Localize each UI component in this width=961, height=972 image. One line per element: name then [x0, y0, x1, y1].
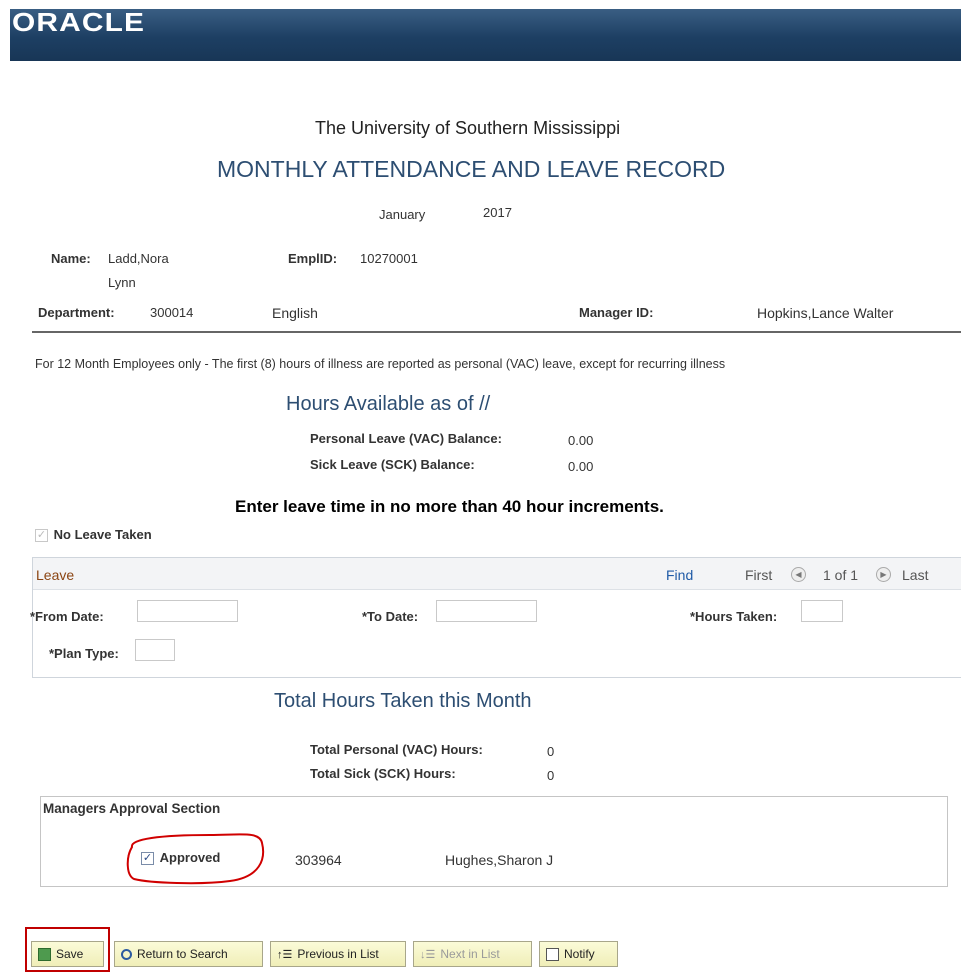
- next-in-list-label: Next in List: [440, 947, 500, 961]
- previous-in-list-button[interactable]: ↑☰ Previous in List: [270, 941, 406, 967]
- return-to-search-label: Return to Search: [137, 947, 228, 961]
- notify-button[interactable]: Notify: [539, 941, 618, 967]
- approver-id: 303964: [295, 852, 342, 868]
- university-name: The University of Southern Mississippi: [315, 118, 621, 138]
- page-title: MONTHLY ATTENDANCE AND LEAVE RECORD: [217, 156, 726, 182]
- emplid-label: EmplID:: [288, 251, 338, 266]
- period-month: January: [379, 207, 426, 222]
- leave-grid-title: Leave: [36, 567, 75, 583]
- manager-id-label: Manager ID:: [579, 305, 654, 320]
- vac-balance-value: 0.00: [568, 433, 594, 448]
- previous-in-list-label: Previous in List: [297, 947, 379, 961]
- no-leave-taken-checkbox[interactable]: ✓ No Leave Taken: [35, 527, 152, 543]
- next-in-list-button[interactable]: ↓☰ Next in List: [413, 941, 532, 967]
- save-annotation-box: [25, 927, 110, 972]
- notify-label: Notify: [564, 947, 595, 961]
- total-vac-label: Total Personal (VAC) Hours:: [310, 742, 483, 757]
- return-to-search-button[interactable]: Return to Search: [114, 941, 263, 967]
- last-label: Last: [902, 567, 929, 583]
- hours-taken-label: *Hours Taken:: [690, 609, 778, 624]
- row-count: 1 of 1: [823, 567, 859, 583]
- checkbox-check-icon: ✓: [35, 529, 48, 543]
- oracle-logo: ORACLE: [12, 7, 146, 37]
- magnifier-icon: [121, 948, 132, 960]
- vac-balance-label: Personal Leave (VAC) Balance:: [310, 431, 502, 446]
- previous-list-icon: ↑☰: [277, 948, 293, 961]
- find-link[interactable]: Find: [666, 567, 693, 583]
- previous-row-icon[interactable]: ◀: [791, 567, 806, 582]
- department-name: English: [272, 305, 318, 321]
- leave-instruction: Enter leave time in no more than 40 hour…: [235, 497, 664, 516]
- hours-taken-input[interactable]: [801, 600, 843, 622]
- approver-name: Hughes,Sharon J: [445, 852, 554, 868]
- total-sck-value: 0: [547, 768, 555, 783]
- oracle-header-banner: ORACLE: [10, 9, 961, 61]
- from-date-input[interactable]: [137, 600, 238, 622]
- leave-grid-header: Leave Find First ◀ 1 of 1 ▶ Last: [33, 558, 961, 590]
- emplid-value: 10270001: [360, 251, 418, 266]
- next-row-icon[interactable]: ▶: [876, 567, 891, 582]
- next-list-icon: ↓☰: [420, 948, 436, 961]
- approval-section-title: Managers Approval Section: [43, 801, 221, 816]
- department-label: Department:: [38, 305, 115, 320]
- no-leave-taken-label: No Leave Taken: [53, 527, 152, 542]
- to-date-label: *To Date:: [362, 609, 419, 624]
- from-date-label: *From Date:: [30, 609, 104, 624]
- first-label: First: [745, 567, 773, 583]
- sck-balance-value: 0.00: [568, 459, 594, 474]
- info-divider: [32, 331, 961, 333]
- plan-type-input[interactable]: [135, 639, 175, 661]
- total-sck-label: Total Sick (SCK) Hours:: [310, 766, 456, 781]
- notify-icon: [546, 947, 559, 961]
- total-hours-heading: Total Hours Taken this Month: [274, 690, 532, 712]
- hours-available-heading: Hours Available as of //: [286, 393, 491, 415]
- to-date-input[interactable]: [436, 600, 537, 622]
- period-year: 2017: [483, 205, 512, 220]
- employee-name-line1: Ladd,Nora: [108, 251, 169, 266]
- annotation-ellipse: [126, 833, 265, 885]
- employee-name-line2: Lynn: [108, 275, 136, 290]
- manager-name: Hopkins,Lance Walter: [757, 305, 894, 321]
- name-label: Name:: [51, 251, 91, 266]
- leave-grid: Leave Find First ◀ 1 of 1 ▶ Last *From D…: [30, 557, 961, 678]
- department-id: 300014: [150, 305, 194, 320]
- plan-type-label: *Plan Type:: [49, 646, 119, 661]
- sck-balance-label: Sick Leave (SCK) Balance:: [310, 457, 475, 472]
- illness-notice: For 12 Month Employees only - The first …: [35, 357, 726, 371]
- total-vac-value: 0: [547, 744, 555, 759]
